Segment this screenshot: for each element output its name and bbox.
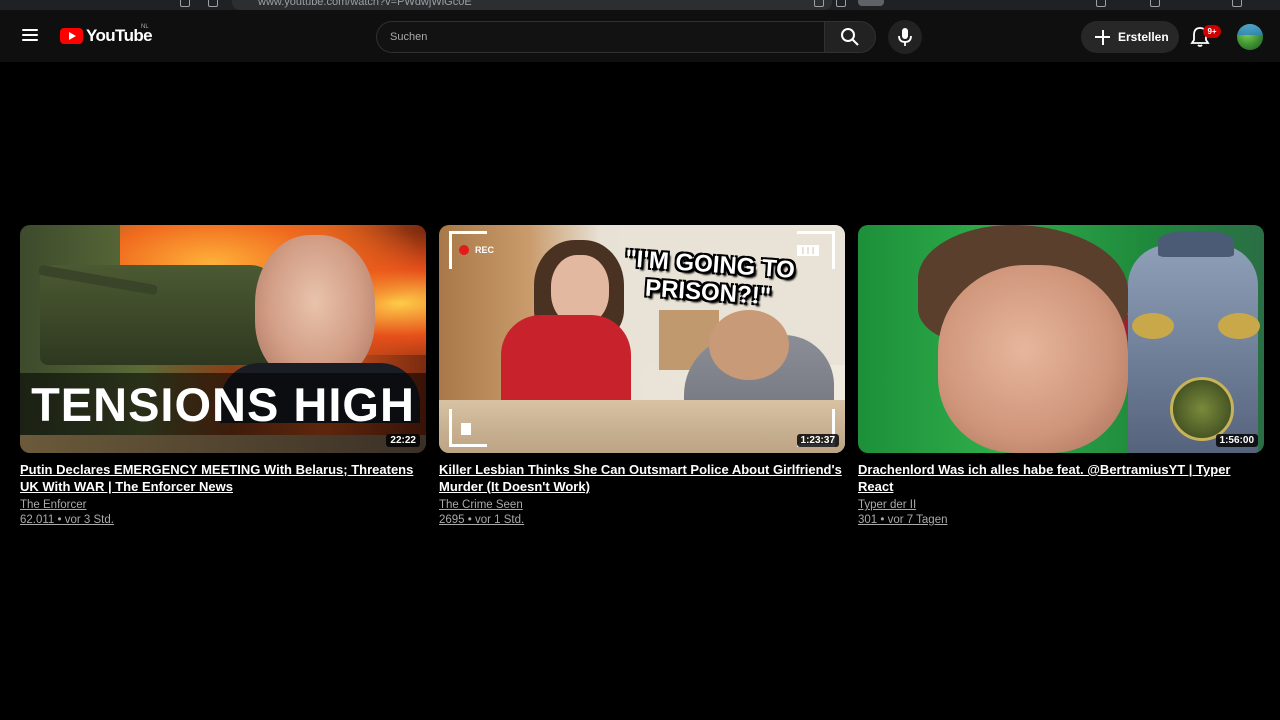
- create-label: Erstellen: [1118, 30, 1169, 44]
- video-metadata: 2695 • vor 1 Std.: [439, 514, 525, 526]
- hamburger-icon: [22, 29, 38, 31]
- search-icon: [841, 28, 859, 46]
- epaulette-graphic: [1132, 313, 1174, 339]
- record-dot-icon: [459, 245, 469, 255]
- search-button[interactable]: [824, 21, 876, 53]
- search-box[interactable]: [376, 21, 824, 53]
- rec-label: REC: [475, 245, 495, 255]
- video-title[interactable]: Putin Declares EMERGENCY MEETING With Be…: [20, 461, 426, 495]
- plus-icon: [1095, 29, 1110, 45]
- voice-search-button[interactable]: [888, 20, 922, 54]
- video-metadata: 301 • vor 7 Tagen: [858, 514, 948, 526]
- reader-icon[interactable]: [814, 0, 824, 7]
- guide-menu-button[interactable]: [14, 19, 46, 51]
- ground-graphic: [20, 435, 426, 453]
- channel-name[interactable]: The Enforcer: [20, 498, 426, 513]
- video-thumbnail[interactable]: REC "I'M GOING TO PRISON?!" 1:23:37: [439, 225, 845, 453]
- channel-name[interactable]: The Crime Seen: [439, 498, 845, 513]
- soldier-cap-graphic: [1158, 231, 1234, 257]
- microphone-icon: [898, 28, 912, 46]
- video-thumbnail[interactable]: 1:56:00: [858, 225, 1264, 453]
- table-graphic: [439, 400, 845, 453]
- hamburger-icon-line: [22, 39, 38, 41]
- video-duration: 1:23:37: [796, 434, 839, 447]
- youtube-logo[interactable]: YouTube: [60, 25, 153, 47]
- video-grid: TENSIONS HIGH 22:22 Putin Declares EMERG…: [20, 225, 1264, 535]
- video-duration: 1:56:00: [1215, 434, 1258, 447]
- masthead: YouTube NL Erstellen 9+: [0, 10, 1280, 62]
- youtube-play-icon: [60, 28, 83, 44]
- browser-toolbar: www.youtube.com/watch?v=PWdwjWlGc0E: [0, 0, 1280, 10]
- video-card[interactable]: TENSIONS HIGH 22:22 Putin Declares EMERG…: [20, 225, 426, 528]
- private-pill: [858, 0, 884, 6]
- video-title[interactable]: Drachenlord Was ich alles habe feat. @Be…: [858, 461, 1264, 495]
- video-title[interactable]: Killer Lesbian Thinks She Can Outsmart P…: [439, 461, 845, 495]
- avatar[interactable]: [1237, 24, 1263, 50]
- tab-icon[interactable]: [180, 0, 190, 7]
- address-bar[interactable]: www.youtube.com/watch?v=PWdwjWlGc0E: [232, 0, 832, 10]
- person-graphic: [255, 235, 375, 383]
- country-code: NL: [141, 24, 149, 30]
- person-graphic: [938, 265, 1128, 453]
- video-card[interactable]: 1:56:00 Drachenlord Was ich alles habe f…: [858, 225, 1264, 528]
- window-icon[interactable]: [208, 0, 218, 7]
- menu-icon[interactable]: [1232, 0, 1242, 7]
- library-icon[interactable]: [1096, 0, 1106, 7]
- video-card[interactable]: REC "I'M GOING TO PRISON?!" 1:23:37 Kill…: [439, 225, 845, 528]
- battery-icon: [797, 245, 819, 256]
- channel-emblem-graphic: [1170, 377, 1234, 441]
- sidebar-icon[interactable]: [836, 0, 846, 7]
- search-input[interactable]: [377, 22, 824, 52]
- epaulette-graphic: [1218, 313, 1260, 339]
- video-duration: 22:22: [386, 434, 420, 447]
- speaker-icon: [461, 423, 471, 435]
- hamburger-icon-line: [22, 34, 38, 36]
- downloads-icon[interactable]: [1150, 0, 1160, 7]
- thumbnail-text: TENSIONS HIGH: [31, 378, 415, 431]
- channel-name[interactable]: Typer der II: [858, 498, 1264, 513]
- create-button[interactable]: Erstellen: [1081, 21, 1179, 53]
- notification-badge: 9+: [1203, 25, 1221, 38]
- video-metadata: 62.011 • vor 3 Std.: [20, 514, 114, 526]
- detective-head-graphic: [709, 310, 789, 380]
- video-thumbnail[interactable]: TENSIONS HIGH 22:22: [20, 225, 426, 453]
